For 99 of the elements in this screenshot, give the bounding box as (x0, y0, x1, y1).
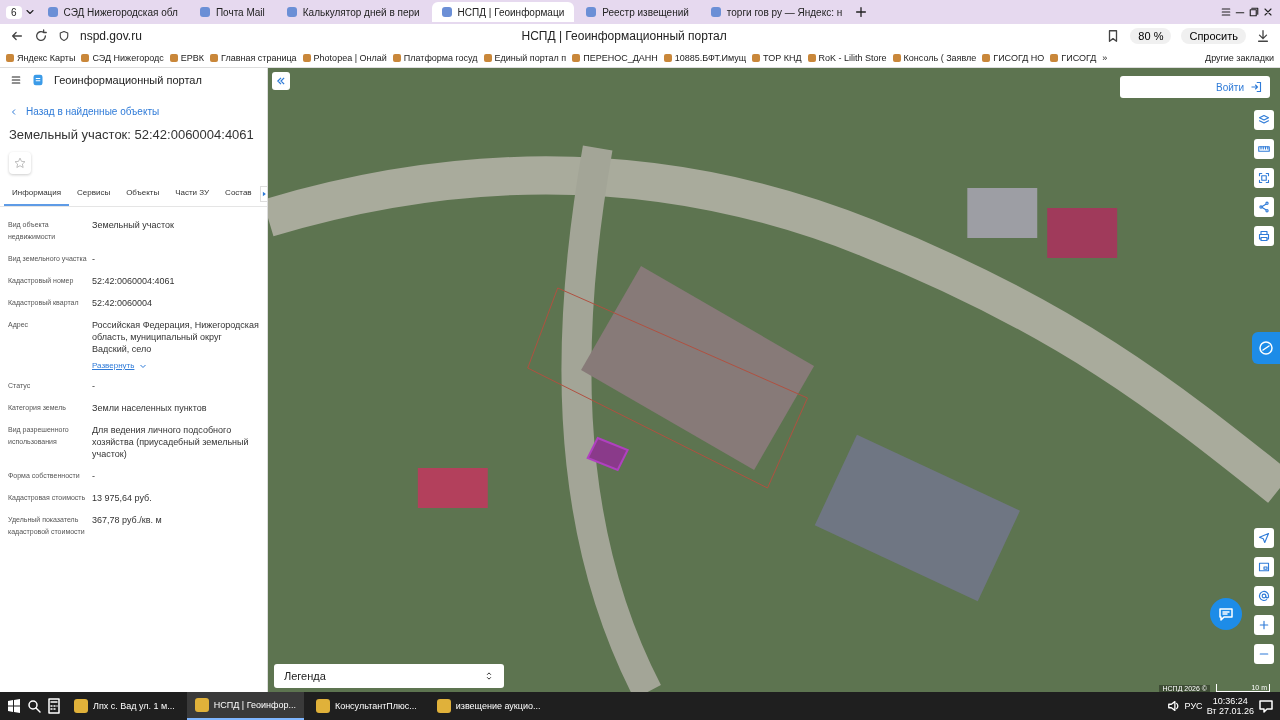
menu-icon[interactable] (1220, 6, 1232, 18)
field-value: Земельный участок (92, 219, 175, 231)
other-bookmarks-button[interactable]: Другие закладки (1205, 52, 1274, 63)
field-value: Земли населенных пунктов (92, 402, 208, 414)
info-tab[interactable]: Состав (217, 182, 260, 206)
share-icon (1258, 201, 1270, 213)
side-widget-button[interactable] (1252, 332, 1280, 364)
field-value: Российская Федерация, Нижегородская область, муниципальный округ Вадский, село (92, 319, 259, 355)
reload-icon[interactable] (34, 29, 48, 43)
bookmark-link[interactable]: ГИСОГД (1050, 52, 1097, 63)
more-tabs-button[interactable] (259, 186, 268, 202)
browser-tab[interactable]: НСПД | Геоинформаци (431, 2, 575, 22)
bookmark-link[interactable]: ГИСОГД НО (982, 52, 1045, 63)
bookmark-link[interactable]: Консоль ( Заявле (892, 52, 977, 63)
triangle-right-icon (260, 191, 267, 197)
clock[interactable]: 10:36:24 Вт 27.01.26 (1206, 696, 1254, 716)
url-field[interactable]: nspd.gov.ru (80, 29, 142, 43)
restore-icon[interactable] (1248, 6, 1260, 18)
download-icon[interactable] (1256, 29, 1270, 43)
language-indicator[interactable]: РУС (1184, 701, 1203, 711)
back-icon[interactable] (10, 29, 24, 43)
printer-icon (1258, 230, 1270, 242)
bookmark-link[interactable]: Яндекс Карты (6, 52, 76, 63)
calculator-icon[interactable] (46, 698, 62, 714)
plus-icon[interactable] (854, 5, 869, 19)
login-button[interactable]: Войти (1120, 76, 1270, 98)
zoom-in-button[interactable] (1254, 615, 1274, 635)
ruler-button[interactable] (1254, 139, 1274, 159)
zoom-button[interactable]: 80 % (1130, 28, 1172, 44)
picture-in-picture-icon (1258, 561, 1270, 573)
layers-icon (1258, 114, 1270, 126)
bookmark-link[interactable]: Платформа госуд (392, 52, 478, 63)
browser-tab[interactable]: Калькулятор дней в пери (276, 2, 430, 22)
bookmark-link[interactable]: Главная страница (210, 52, 297, 63)
browser-tab[interactable]: СЭД Нижегородская обл (37, 2, 188, 22)
share-button[interactable] (1254, 197, 1274, 217)
expand-link[interactable]: Развернуть (92, 361, 259, 370)
satellite-map-drawing[interactable] (268, 68, 1280, 692)
selection-icon (1258, 172, 1270, 184)
back-link[interactable]: Назад в найденные объекты (10, 106, 257, 117)
bookmark-link[interactable]: ПЕРЕНОС_ДАНН (572, 52, 658, 63)
field-value: 367,78 руб./кв. м (92, 514, 163, 526)
portal-title: Геоинформационный портал (54, 74, 202, 86)
parcel-heading: Земельный участок: 52:42:0060004:4061 (9, 127, 255, 142)
tab-count[interactable]: 6 (6, 5, 22, 19)
menu-icon[interactable] (10, 74, 22, 86)
double-chevron-left-icon (276, 76, 286, 86)
star-icon (14, 157, 26, 169)
bookmark-link[interactable]: ТОР КНД (752, 52, 802, 63)
browser-tab[interactable]: Почта Mail (189, 2, 275, 22)
more-bookmarks-button[interactable]: » (1102, 52, 1108, 63)
at-sign-icon (1258, 590, 1270, 602)
bookmark-link[interactable]: СЭД Нижегородс (81, 52, 164, 63)
minimap-button[interactable] (1254, 557, 1274, 577)
portal-logo-icon (32, 74, 44, 86)
ruler-icon (1258, 143, 1270, 155)
search-icon[interactable] (26, 698, 42, 714)
info-tab[interactable]: Сервисы (69, 182, 119, 206)
close-icon[interactable] (1262, 6, 1274, 18)
collapse-panel-button[interactable] (272, 72, 290, 90)
page-title: НСПД | Геоинформационный портал (520, 29, 728, 43)
speaker-icon[interactable] (1166, 699, 1181, 713)
login-icon (1250, 81, 1262, 93)
info-tab[interactable]: Информация (4, 182, 69, 206)
chat-icon (1218, 606, 1234, 622)
taskbar-app[interactable]: Лпх с. Вад ул. 1 м... (66, 692, 183, 720)
windows-start-icon[interactable] (6, 698, 22, 714)
chevron-left-icon (10, 107, 18, 116)
taskbar-app[interactable]: НСПД | Геоинфор... (186, 692, 304, 720)
taskbar-app[interactable]: извещение аукцио... (428, 692, 549, 720)
coordinates-button[interactable] (1254, 586, 1274, 606)
plus-icon (1258, 619, 1270, 631)
taskbar-app[interactable]: КонсультантПлюс... (307, 692, 425, 720)
bookmark-link[interactable]: RoK - Lilith Store (807, 52, 887, 63)
shield-icon (58, 30, 70, 42)
field-value: - (92, 470, 96, 482)
bookmark-link[interactable]: ЕРВК (169, 52, 205, 63)
field-value: 52:42:0060004:4061 (92, 275, 176, 287)
area-select-button[interactable] (1254, 168, 1274, 188)
up-down-chevron-icon (484, 671, 494, 681)
field-value: - (92, 253, 96, 265)
browser-tab[interactable]: Реестр извещений (576, 2, 699, 22)
geolocation-button[interactable] (1254, 528, 1274, 548)
info-tab[interactable]: Части ЗУ (167, 182, 218, 206)
print-button[interactable] (1254, 226, 1274, 246)
field-value: Для ведения личного подсобного хозяйства (приусадебный земельный участок) (92, 424, 250, 460)
navigation-arrow-icon (1258, 532, 1270, 544)
bookmark-link[interactable]: 10885.БФТ.Имущ (663, 52, 747, 63)
browser-tab[interactable]: торги гов ру — Яндекс: н (700, 2, 853, 22)
layers-button[interactable] (1254, 110, 1274, 130)
field-value: 52:42:0060004 (92, 297, 154, 309)
notifications-icon[interactable] (1258, 698, 1274, 714)
legend-dropdown[interactable]: Легенда (274, 664, 504, 688)
field-value: - (92, 380, 96, 392)
bookmark-link[interactable]: Единый портал п (483, 52, 567, 63)
ask-button[interactable]: Спросить (1181, 28, 1246, 44)
field-value: 13 975,64 руб. (92, 492, 153, 504)
bookmark-link[interactable]: Photopea | Онлай (302, 52, 387, 63)
info-tab[interactable]: Объекты (118, 182, 168, 206)
